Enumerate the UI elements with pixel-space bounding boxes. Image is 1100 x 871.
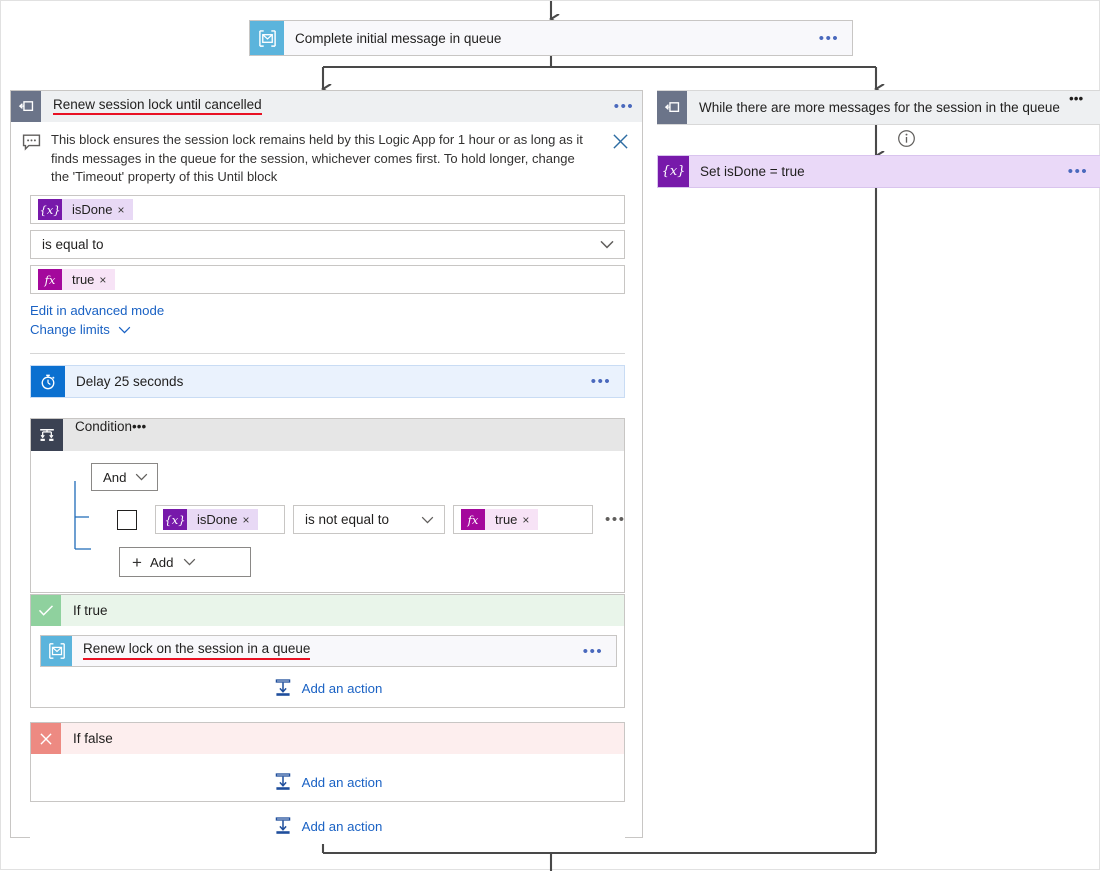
link-label: Edit in advanced mode (30, 303, 164, 318)
chevron-down-icon[interactable] (118, 326, 131, 334)
add-button-label: Add (150, 555, 173, 570)
condition-title: Condition (63, 419, 132, 451)
add-action-label: Add an action (302, 775, 383, 790)
add-action-icon (273, 678, 293, 698)
add-action-icon (273, 772, 293, 792)
token-expression-true[interactable]: fx true× (461, 509, 538, 530)
action-title-wrap: Renew lock on the session in a queue (72, 636, 576, 666)
overflow-menu-icon[interactable]: ••• (606, 91, 642, 122)
expression-token-icon: fx (461, 509, 485, 530)
until-operator-select[interactable]: is equal to (30, 230, 625, 259)
scope-title-wrap: Renew session lock until cancelled (41, 91, 606, 122)
chevron-down-icon[interactable] (421, 516, 444, 524)
logical-operator-value: And (103, 470, 126, 485)
add-action-label: Add an action (302, 681, 383, 696)
link-label: Change limits (30, 322, 110, 337)
condition-branch-icon (31, 419, 63, 451)
chevron-down-icon[interactable] (135, 473, 148, 481)
add-an-action-if-true[interactable]: Add an action (31, 671, 624, 705)
action-title: Delay 25 seconds (65, 366, 584, 397)
token-label: isDone× (62, 199, 133, 220)
checkmark-icon (31, 595, 61, 626)
scope-divider (30, 353, 625, 354)
cross-icon (31, 723, 61, 754)
scope-title: Renew session lock until cancelled (53, 98, 262, 115)
overflow-menu-icon[interactable]: ••• (576, 636, 616, 666)
action-title: Complete initial message in queue (284, 21, 812, 55)
service-bus-icon (41, 636, 72, 666)
token-variable-isdone[interactable]: {x} isDone× (38, 199, 133, 220)
add-action-label: Add an action (302, 819, 383, 834)
overflow-menu-icon[interactable]: ••• (1062, 156, 1100, 187)
token-remove-icon[interactable]: × (242, 513, 249, 527)
stopwatch-icon (31, 366, 65, 397)
token-variable-isdone[interactable]: {x} isDone× (163, 509, 258, 530)
action-title: Renew lock on the session in a queue (83, 642, 310, 659)
overflow-menu-icon[interactable]: ••• (584, 366, 624, 397)
action-card-condition: Condition ••• And {x} isDone× (30, 418, 625, 593)
scope-until-renew-session-lock: Renew session lock until cancelled ••• T… (10, 90, 643, 838)
action-card-renew-lock[interactable]: Renew lock on the session in a queue ••• (40, 635, 617, 667)
scope-comment: This block ensures the session lock rema… (11, 122, 642, 197)
until-loop-icon (11, 91, 41, 122)
variable-icon: {x} (658, 156, 689, 187)
branch-header-if-true: If true (31, 595, 624, 626)
comment-text: This block ensures the session lock rema… (51, 131, 598, 187)
variable-icon-glyph: {x} (662, 164, 686, 179)
add-an-action-if-false[interactable]: Add an action (31, 763, 624, 801)
action-title: Set isDone = true (689, 156, 1062, 187)
chevron-down-icon[interactable] (600, 240, 624, 249)
condition-operator-value: is not equal to (305, 512, 389, 527)
branch-if-true: If true Renew lock on the session in a q… (30, 594, 625, 708)
scope-while-more-messages[interactable]: While there are more messages for the se… (657, 90, 1100, 125)
variable-token-icon: {x} (163, 509, 187, 530)
action-card-complete-initial-message[interactable]: Complete initial message in queue ••• (249, 20, 853, 56)
scope-header[interactable]: Renew session lock until cancelled ••• (11, 91, 642, 123)
condition-row-menu-icon[interactable]: ••• (605, 511, 626, 528)
action-card-delay[interactable]: Delay 25 seconds ••• (30, 365, 625, 398)
branch-label: If true (61, 595, 624, 626)
close-icon[interactable] (598, 131, 642, 150)
scope-title: While there are more messages for the se… (687, 91, 1069, 124)
token-expression-true[interactable]: fx true× (38, 269, 115, 290)
branch-label: If false (61, 723, 624, 754)
service-bus-icon (250, 21, 284, 55)
token-remove-icon[interactable]: × (522, 513, 529, 527)
plus-icon: + (132, 554, 142, 571)
condition-row-checkbox[interactable] (117, 510, 137, 530)
edit-advanced-mode-link[interactable]: Edit in advanced mode (30, 303, 164, 318)
token-remove-icon[interactable]: × (117, 203, 124, 217)
info-circle-icon[interactable] (897, 129, 916, 148)
action-card-set-isdone[interactable]: {x} Set isDone = true ••• (657, 155, 1100, 188)
condition-left-operand-field[interactable]: {x} isDone× (155, 505, 285, 534)
add-condition-row-button[interactable]: + Add (119, 547, 251, 577)
token-remove-icon[interactable]: × (99, 273, 106, 287)
until-right-operand-field[interactable]: fx true× (30, 265, 625, 294)
condition-header[interactable]: Condition ••• (31, 419, 624, 451)
branch-header-if-false: If false (31, 723, 624, 754)
comment-icon (11, 131, 51, 151)
chevron-down-icon[interactable] (183, 558, 196, 566)
add-an-action-until-scope[interactable]: Add an action (30, 808, 625, 844)
overflow-menu-icon[interactable]: ••• (812, 21, 852, 55)
token-label: isDone× (187, 509, 258, 530)
token-label: true× (62, 269, 115, 290)
condition-row: {x} isDone× is not equal to fx true× (117, 505, 626, 534)
change-limits-link[interactable]: Change limits (30, 322, 131, 337)
condition-right-operand-field[interactable]: fx true× (453, 505, 593, 534)
until-operator-value: is equal to (42, 237, 104, 252)
until-left-operand-field[interactable]: {x} isDone× (30, 195, 625, 224)
logical-operator-select[interactable]: And (91, 463, 158, 491)
variable-token-icon: {x} (38, 199, 62, 220)
token-label: true× (485, 509, 538, 530)
workflow-canvas: Complete initial message in queue ••• Re… (0, 0, 1100, 870)
add-action-icon (273, 816, 293, 836)
branch-if-false: If false Add an action (30, 722, 625, 802)
expression-token-icon: fx (38, 269, 62, 290)
overflow-menu-icon[interactable]: ••• (1069, 91, 1100, 124)
until-loop-icon (657, 91, 687, 124)
condition-operator-select[interactable]: is not equal to (293, 505, 445, 534)
overflow-menu-icon[interactable]: ••• (132, 419, 146, 451)
